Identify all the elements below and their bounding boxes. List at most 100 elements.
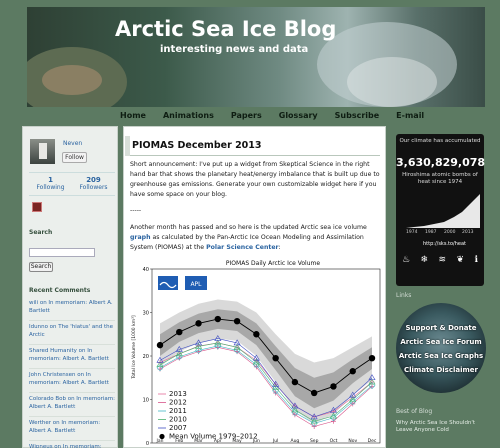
- widget-url[interactable]: http://sks.to/heat: [423, 241, 466, 247]
- comment-link[interactable]: Wipneus on In memoriam: Albert A. Bartle…: [29, 440, 115, 448]
- widget-year: 1974: [406, 230, 418, 235]
- search-button[interactable]: Search: [29, 262, 53, 272]
- mean-point: [176, 328, 183, 336]
- chart-ylabel: Total Ice Volume [1000 km³]: [131, 315, 137, 380]
- comment-link[interactable]: Werther on In memoriam: Albert A. Bartle…: [29, 416, 115, 435]
- following-count: 1: [48, 176, 53, 184]
- comment-link[interactable]: wili on In memoriam: Albert A. Bartlett: [29, 299, 115, 315]
- chart-logo-apl-text: APL: [190, 281, 202, 288]
- widget-year: 2000: [444, 230, 456, 235]
- y-tick-label: 0: [146, 441, 149, 447]
- comment-link[interactable]: Colorado Bob on In memoriam: Albert A. B…: [29, 392, 115, 411]
- nav-glossary[interactable]: Glossary: [279, 111, 318, 125]
- header-satellite-land: [42, 65, 102, 95]
- polar-science-center-link[interactable]: Polar Science Center: [206, 244, 279, 251]
- following-label: Following: [36, 184, 65, 191]
- link-forum[interactable]: Arctic Sea Ice Forum: [396, 338, 486, 346]
- y-tick-label: 10: [143, 398, 149, 404]
- follower-avatar[interactable]: [32, 202, 42, 212]
- nav-papers[interactable]: Papers: [231, 111, 262, 125]
- link-graphs[interactable]: Arctic Sea Ice Graphs: [396, 352, 486, 360]
- heat-widget[interactable]: Our climate has accumulated 3,630,829,07…: [396, 134, 486, 286]
- piomas-chart[interactable]: PIOMAS Daily Arctic Ice Volume Total Ice…: [130, 255, 385, 447]
- nav-animations[interactable]: Animations: [163, 111, 214, 125]
- mean-point: [253, 331, 260, 338]
- widget-icons: ♨ ❄ ≋ ❦ ℹ: [402, 255, 478, 265]
- user-name-link[interactable]: Neven: [63, 140, 82, 147]
- info-icon[interactable]: ℹ: [475, 255, 478, 265]
- recent-comments-title: Recent Comments: [29, 287, 91, 294]
- mean-point: [195, 320, 202, 327]
- post-area: PIOMAS December 2013 Short announcement:…: [123, 126, 386, 448]
- chart-svg: PIOMAS Daily Arctic Ice Volume Total Ice…: [130, 255, 385, 447]
- followers-stat[interactable]: 209 Followers: [72, 173, 115, 195]
- widget-top-text: Our climate has accumulated: [399, 138, 481, 144]
- legend-marker: [159, 433, 165, 440]
- comment-link[interactable]: Idunno on The 'hiatus' and the Arctic: [29, 320, 115, 339]
- x-tick-label: Sep: [310, 438, 319, 444]
- links-globe: Support & Donate Arctic Sea Ice Forum Ar…: [396, 303, 486, 393]
- x-tick-label: Oct: [330, 438, 338, 444]
- y-tick-label: 40: [143, 267, 149, 273]
- mean-point: [310, 389, 318, 397]
- follow-button[interactable]: Follow: [62, 152, 87, 163]
- fire-icon[interactable]: ♨: [402, 255, 410, 265]
- x-tick-label: Aug: [291, 438, 300, 444]
- following-stat[interactable]: 1 Following: [29, 173, 72, 195]
- chart-logo-psc: [158, 276, 178, 290]
- followers-label: Followers: [79, 184, 108, 191]
- links-title: Links: [396, 292, 412, 299]
- y-tick-label: 30: [143, 311, 149, 317]
- legend-label: Mean Volume 1979–2012: [169, 433, 258, 441]
- legend-label: 2013: [169, 390, 187, 398]
- post-date-tab: [125, 136, 130, 156]
- x-tick-label: Dec: [368, 438, 377, 444]
- y-tick-label: 20: [143, 354, 149, 360]
- comment-link[interactable]: Shared Humanity on In memoriam: Albert A…: [29, 344, 115, 363]
- site-title[interactable]: Arctic Sea Ice Blog: [115, 17, 336, 41]
- mean-point: [214, 315, 222, 323]
- follow-stats: 1 Following 209 Followers: [29, 172, 115, 196]
- best-of-blog-link[interactable]: Why Arctic Sea Ice Shouldn't Leave Anyon…: [396, 420, 486, 434]
- legend-label: 2011: [169, 407, 187, 415]
- mean-point: [291, 378, 299, 386]
- widget-number: 3,630,829,078: [396, 156, 486, 169]
- widget-sub-text: Hiroshima atomic bombs of heat since 197…: [402, 172, 478, 185]
- header-banner: Arctic Sea Ice Blog interesting news and…: [27, 7, 485, 107]
- legend-label: 2007: [169, 424, 187, 432]
- mean-point: [156, 341, 164, 349]
- nav-subscribe[interactable]: Subscribe: [335, 111, 380, 125]
- title-divider: [130, 155, 380, 156]
- nav-email[interactable]: E-mail: [396, 111, 424, 125]
- mean-point: [368, 354, 376, 362]
- mean-point: [272, 354, 279, 362]
- followers-count: 209: [86, 176, 101, 184]
- graph-link[interactable]: graph: [130, 234, 151, 241]
- right-sidebar: Our climate has accumulated 3,630,829,07…: [392, 126, 490, 448]
- search-input[interactable]: [29, 248, 95, 257]
- post-paragraph: Short announcement: I've put up a widget…: [130, 161, 380, 198]
- leaf-icon[interactable]: ❦: [457, 255, 465, 265]
- main-nav: Home Animations Papers Glossary Subscrib…: [120, 111, 441, 125]
- header-satellite-ice: [347, 57, 437, 107]
- chart-title: PIOMAS Daily Arctic Ice Volume: [226, 260, 320, 267]
- sea-level-icon[interactable]: ≋: [439, 255, 447, 265]
- widget-area: [406, 194, 480, 228]
- user-avatar[interactable]: [30, 139, 55, 164]
- nav-home[interactable]: Home: [120, 111, 146, 125]
- widget-year: 1987: [425, 230, 437, 235]
- comment-link[interactable]: John Christensen on In memoriam: Albert …: [29, 368, 115, 387]
- search-title: Search: [29, 229, 53, 236]
- post-title[interactable]: PIOMAS December 2013: [132, 140, 262, 151]
- best-of-blog-title: Best of Blog: [396, 408, 433, 415]
- mean-point: [349, 368, 356, 375]
- para-text: :: [278, 244, 281, 251]
- left-sidebar: Neven Follow 1 Following 209 Followers S…: [22, 126, 118, 448]
- mean-point: [233, 318, 241, 325]
- link-support-donate[interactable]: Support & Donate: [396, 324, 486, 332]
- link-disclaimer[interactable]: Climate Disclaimer: [396, 366, 486, 374]
- x-tick-label: Jul: [272, 438, 278, 444]
- widget-year: 2013: [462, 230, 474, 235]
- ice-icon[interactable]: ❄: [421, 255, 429, 265]
- x-tick-label: Nov: [348, 438, 357, 444]
